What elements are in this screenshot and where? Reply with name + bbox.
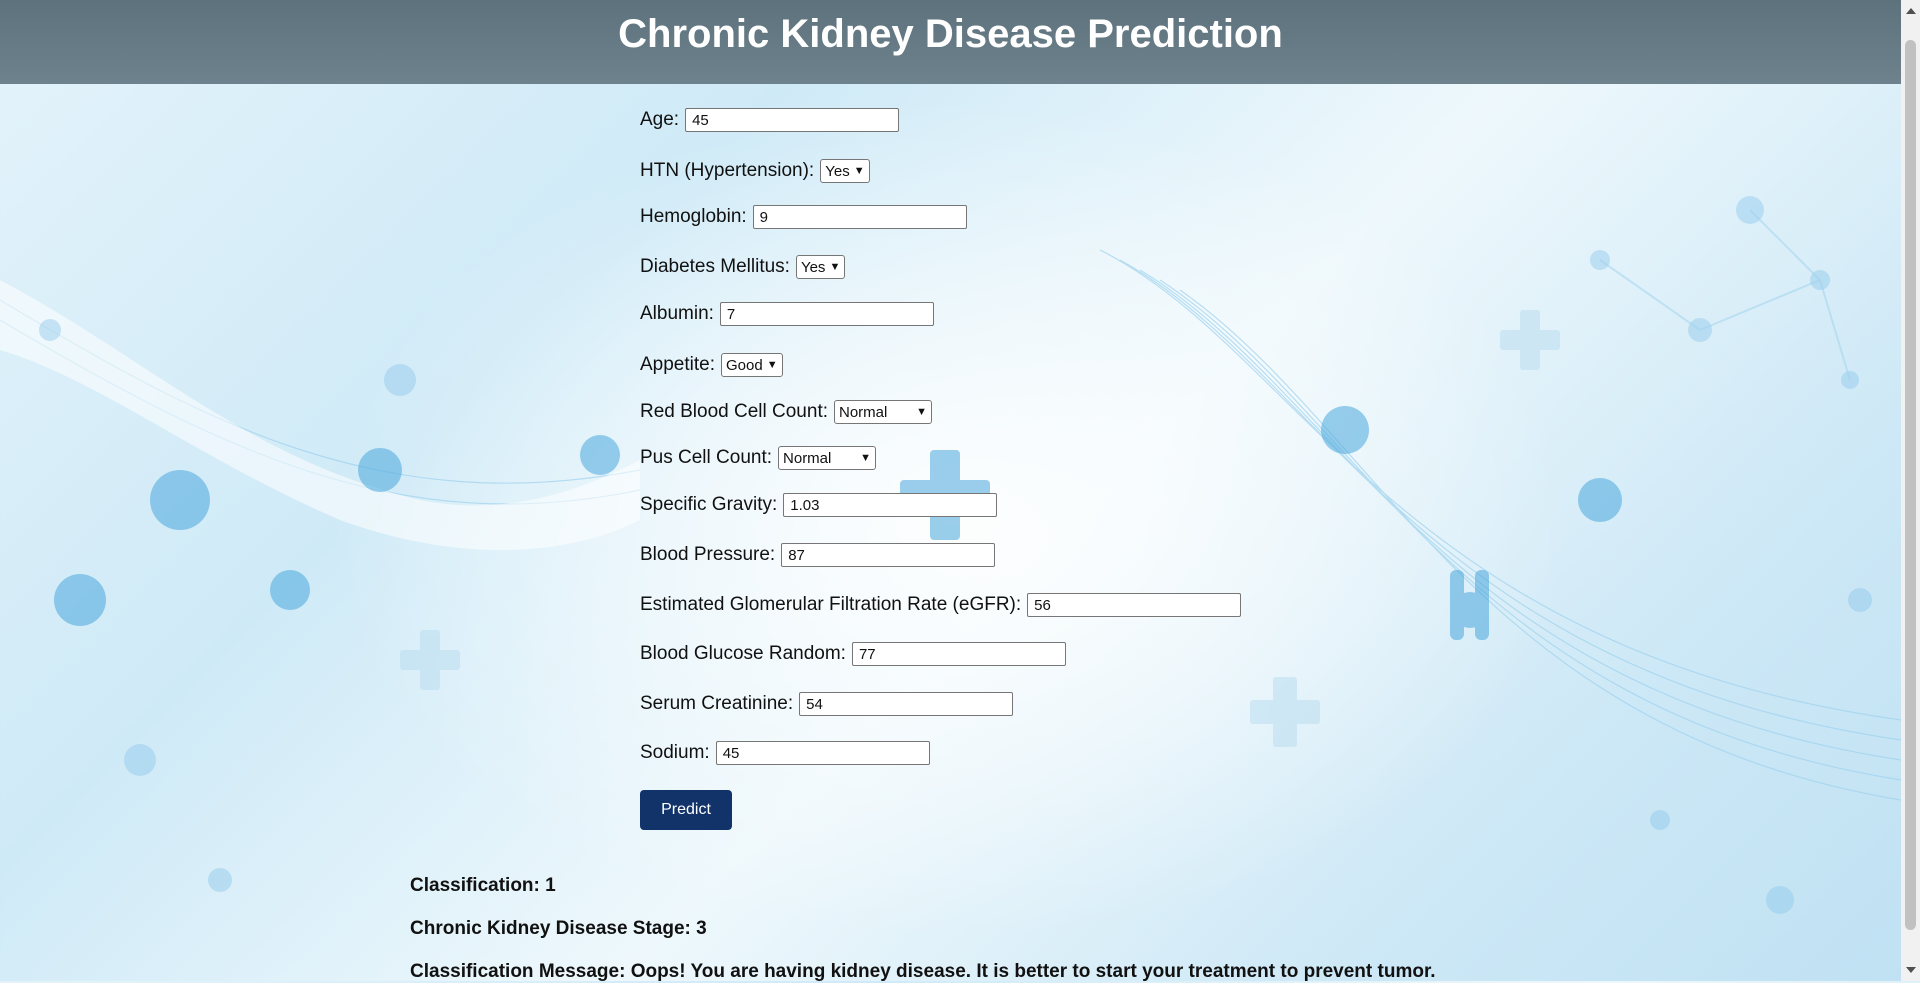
page-title: Chronic Kidney Disease Prediction (618, 12, 1283, 56)
classification-result: Classification: 1 (410, 875, 556, 896)
classification-message: Classification Message: Oops! You are ha… (410, 961, 1436, 982)
scroll-thumb[interactable] (1905, 40, 1916, 930)
sc-label: Serum Creatinine: (640, 693, 794, 714)
hemoglobin-label: Hemoglobin: (640, 206, 747, 227)
pus-label: Pus Cell Count: (640, 447, 773, 468)
scroll-down-icon[interactable] (1906, 967, 1916, 973)
egfr-label: Estimated Glomerular Filtration Rate (eG… (640, 594, 1022, 615)
chevron-down-icon: ▼ (853, 165, 865, 177)
rbc-select[interactable]: Normal ▼ (834, 400, 932, 424)
medical-background (0, 100, 1901, 940)
stage-result: Chronic Kidney Disease Stage: 3 (410, 918, 707, 939)
chevron-down-icon: ▼ (860, 452, 872, 464)
htn-row: HTN (Hypertension): Yes ▼ (640, 159, 870, 183)
age-input[interactable] (685, 108, 900, 132)
rbc-row: Red Blood Cell Count: Normal ▼ (640, 400, 932, 424)
sodium-label: Sodium: (640, 742, 710, 763)
chevron-down-icon: ▼ (916, 406, 927, 418)
albumin-input[interactable] (719, 302, 934, 326)
pus-row: Pus Cell Count: Normal ▼ (640, 446, 877, 470)
appetite-select[interactable]: Good ▼ (721, 353, 783, 377)
bp-label: Blood Pressure: (640, 544, 776, 565)
bp-input[interactable] (781, 543, 996, 567)
diabetes-row: Diabetes Mellitus: Yes ▼ (640, 255, 846, 279)
age-label: Age: (640, 109, 680, 130)
age-row: Age: (640, 108, 900, 132)
bgr-label: Blood Glucose Random: (640, 643, 846, 664)
albumin-label: Albumin: (640, 303, 714, 324)
pus-select-value: Normal (783, 449, 832, 467)
hemoglobin-row: Hemoglobin: (640, 205, 967, 229)
htn-select[interactable]: Yes ▼ (820, 159, 870, 183)
page-header: Chronic Kidney Disease Prediction (0, 0, 1901, 84)
vertical-scrollbar[interactable] (1901, 0, 1920, 981)
htn-label: HTN (Hypertension): (640, 160, 815, 181)
sodium-row: Sodium: (640, 741, 930, 765)
rbc-label: Red Blood Cell Count: (640, 401, 828, 422)
appetite-label: Appetite: (640, 354, 715, 375)
chevron-down-icon: ▼ (829, 261, 841, 273)
bgr-input[interactable] (851, 642, 1066, 666)
rbc-select-value: Normal (839, 403, 888, 421)
diabetes-label: Diabetes Mellitus: (640, 256, 790, 277)
appetite-row: Appetite: Good ▼ (640, 353, 783, 377)
pus-select[interactable]: Normal ▼ (778, 446, 877, 470)
predict-button[interactable]: Predict (640, 790, 732, 830)
appetite-select-value: Good (726, 356, 763, 374)
diabetes-select-value: Yes (800, 258, 826, 276)
htn-select-value: Yes (825, 162, 850, 180)
albumin-row: Albumin: (640, 302, 934, 326)
chevron-down-icon: ▼ (766, 359, 778, 371)
sc-input[interactable] (799, 692, 1014, 716)
scroll-up-icon[interactable] (1906, 8, 1916, 14)
sg-label: Specific Gravity: (640, 494, 778, 515)
egfr-row: Estimated Glomerular Filtration Rate (eG… (640, 593, 1242, 617)
sg-row: Specific Gravity: (640, 493, 998, 517)
bgr-row: Blood Glucose Random: (640, 642, 1066, 666)
hemoglobin-input[interactable] (752, 205, 967, 229)
egfr-input[interactable] (1027, 593, 1242, 617)
bp-row: Blood Pressure: (640, 543, 996, 567)
diabetes-select[interactable]: Yes ▼ (795, 255, 846, 279)
sc-row: Serum Creatinine: (640, 692, 1014, 716)
sg-input[interactable] (783, 493, 998, 517)
sodium-input[interactable] (715, 741, 930, 765)
